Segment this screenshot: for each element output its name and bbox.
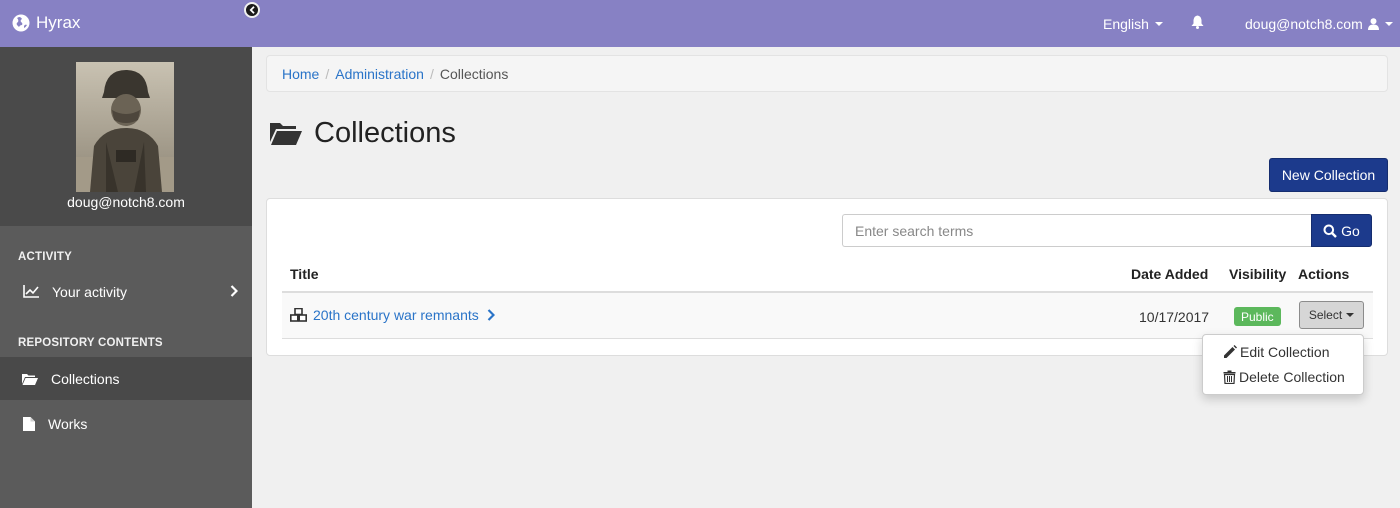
search-go-label: Go: [1341, 222, 1360, 239]
bell-icon: [1191, 15, 1204, 32]
sidebar-item-collections[interactable]: Collections: [0, 357, 252, 400]
column-header-visibility: Visibility: [1229, 266, 1287, 282]
delete-collection-label: Delete Collection: [1239, 369, 1345, 385]
edit-collection-item[interactable]: Edit Collection: [1223, 343, 1330, 361]
top-navbar: Hyrax English doug@notch8.com: [0, 0, 1400, 47]
cubes-icon: [290, 308, 307, 322]
chevron-right-icon: [230, 284, 239, 300]
brand-link[interactable]: Hyrax: [12, 12, 80, 34]
line-chart-icon: [22, 285, 40, 299]
notifications-bell[interactable]: [1191, 0, 1204, 47]
sidebar-item-label: Works: [48, 415, 88, 432]
breadcrumb-administration-link[interactable]: Administration: [335, 66, 424, 82]
folder-open-icon: [21, 372, 39, 386]
delete-collection-item[interactable]: Delete Collection: [1223, 368, 1345, 386]
breadcrumb-separator: /: [325, 65, 330, 82]
chevron-left-icon: [249, 6, 256, 14]
language-label: English: [1103, 15, 1149, 32]
column-header-date-added: Date Added: [1131, 266, 1209, 282]
sidebar-collapse-toggle[interactable]: [244, 2, 260, 18]
collection-title-link[interactable]: 20th century war remnants: [313, 307, 479, 323]
date-added-cell: 10/17/2017: [1139, 309, 1210, 325]
file-icon: [20, 416, 38, 431]
new-collection-button[interactable]: New Collection: [1269, 158, 1388, 192]
collection-title-cell: 20th century war remnants: [290, 307, 495, 323]
pencil-icon: [1223, 345, 1237, 359]
breadcrumb: Home / Administration / Collections: [266, 55, 1388, 92]
page-title: Collections: [270, 115, 456, 151]
caret-down-icon: [1154, 21, 1163, 26]
breadcrumb-current: Collections: [439, 65, 509, 82]
sidebar-item-label: Collections: [51, 370, 120, 387]
page-title-text: Collections: [314, 116, 456, 149]
column-header-actions: Actions: [1298, 266, 1350, 282]
user-profile: doug@notch8.com: [0, 47, 252, 226]
language-menu[interactable]: English: [1103, 0, 1163, 47]
search-icon: [1323, 224, 1338, 238]
globe-icon: [12, 14, 30, 32]
user-email: doug@notch8.com: [1245, 15, 1363, 32]
column-header-title: Title: [290, 266, 319, 282]
search-input[interactable]: [842, 214, 1312, 247]
caret-down-icon: [1346, 313, 1355, 317]
breadcrumb-separator: /: [429, 65, 434, 82]
sidebar: doug@notch8.com ACTIVITY Your activity R…: [0, 47, 252, 508]
user-icon: [1367, 17, 1379, 30]
avatar: [76, 62, 174, 192]
actions-dropdown-menu: Edit Collection Delete Collection: [1202, 334, 1364, 395]
section-title-activity: ACTIVITY: [18, 251, 72, 263]
collections-panel: Go Title Date Added Visibility Actions 2…: [266, 198, 1388, 356]
table-row: 20th century war remnants 10/17/2017 Pub…: [282, 293, 1373, 339]
visibility-badge: Public: [1234, 307, 1281, 326]
search-go-button[interactable]: Go: [1311, 214, 1372, 247]
user-menu[interactable]: doug@notch8.com: [1245, 0, 1393, 47]
select-label: Select: [1308, 308, 1343, 322]
section-title-repository-contents: REPOSITORY CONTENTS: [18, 337, 163, 349]
sidebar-item-your-activity[interactable]: Your activity: [0, 270, 252, 313]
trash-icon: [1223, 370, 1236, 384]
chevron-right-icon[interactable]: [487, 309, 495, 321]
actions-select-button[interactable]: Select: [1299, 301, 1364, 329]
profile-name: doug@notch8.com: [67, 194, 185, 210]
sidebar-item-label: Your activity: [52, 283, 127, 300]
edit-collection-label: Edit Collection: [1240, 344, 1330, 360]
sidebar-item-works[interactable]: Works: [0, 402, 252, 445]
caret-down-icon: [1384, 21, 1393, 26]
breadcrumb-home-link[interactable]: Home: [282, 66, 319, 82]
folder-open-icon: [270, 121, 302, 145]
brand-name: Hyrax: [36, 13, 81, 32]
